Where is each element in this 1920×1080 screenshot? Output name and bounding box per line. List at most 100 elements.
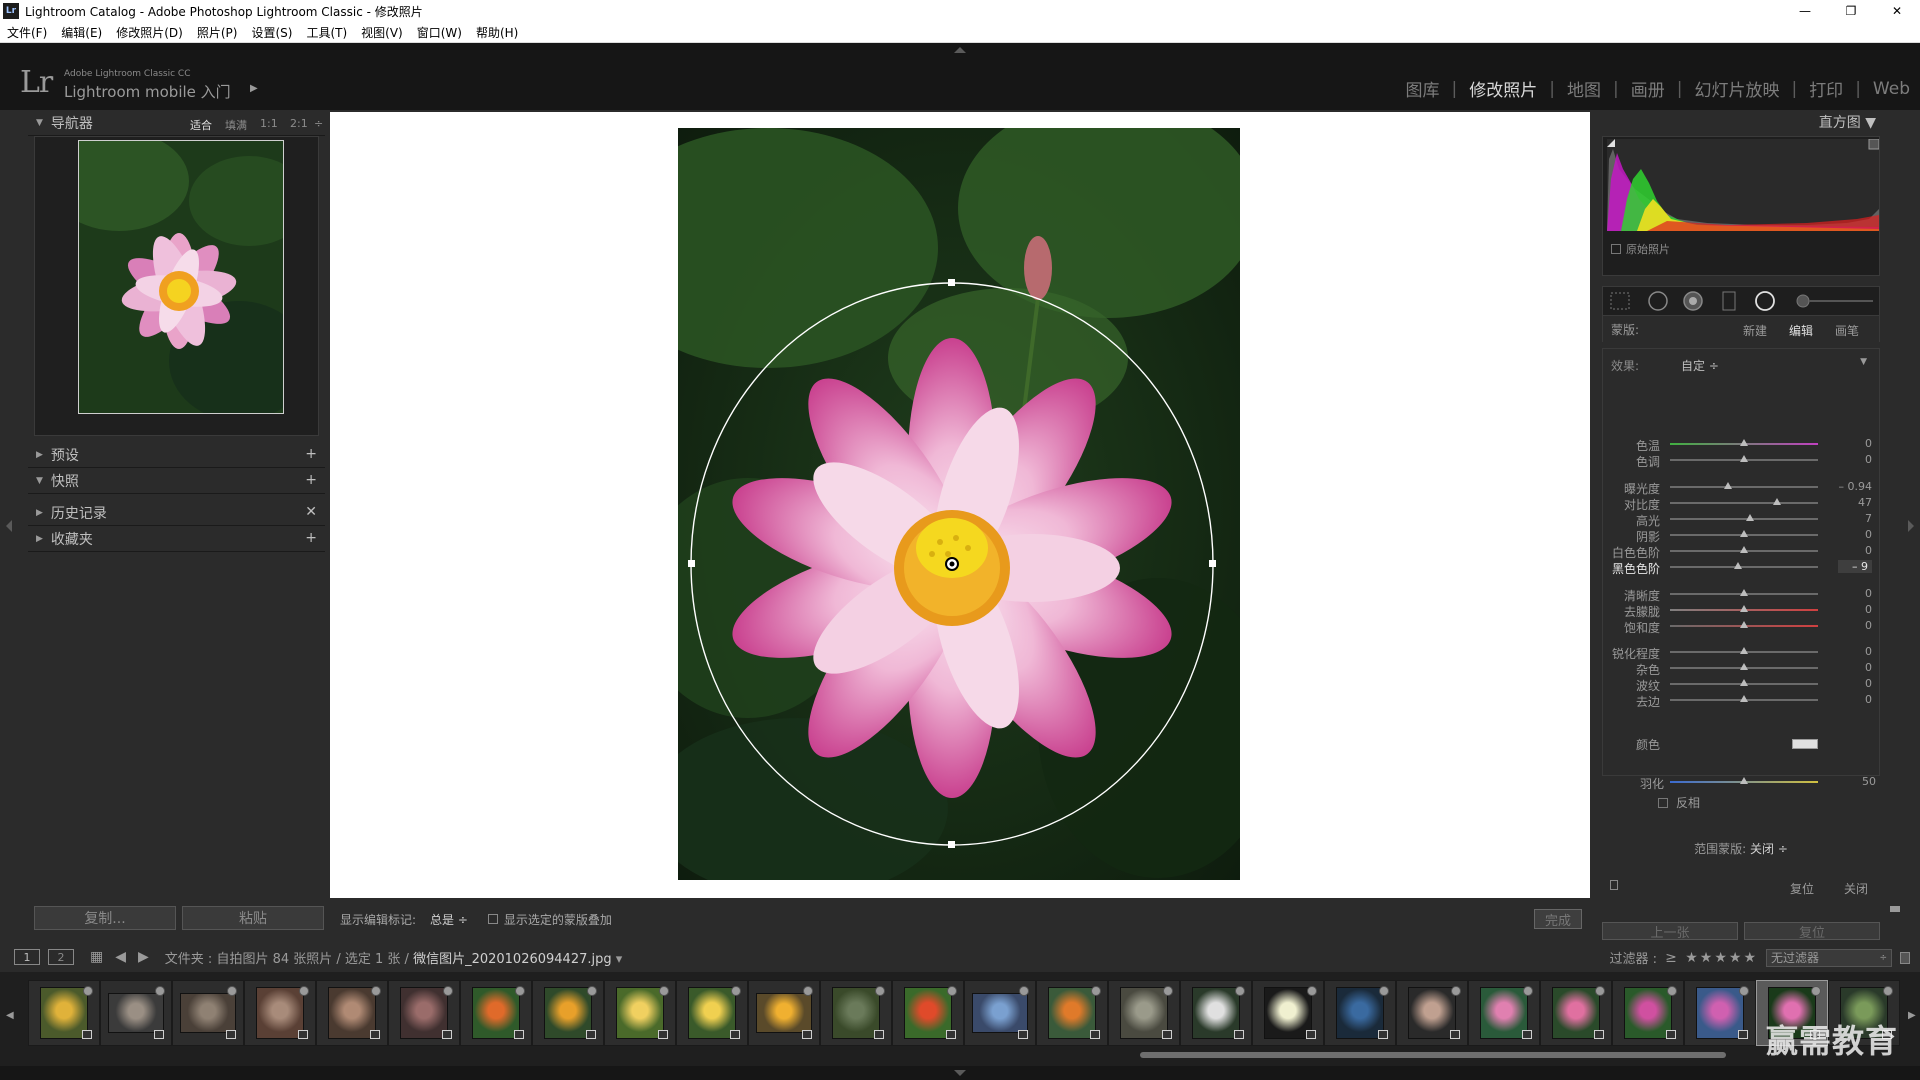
filmstrip-thumbnail[interactable]	[1108, 980, 1180, 1046]
filmstrip-thumbnail[interactable]	[964, 980, 1036, 1046]
slider-thumb[interactable]	[1740, 439, 1748, 446]
copy-button[interactable]: 复制...	[34, 906, 176, 930]
module-library[interactable]: 图库	[1406, 76, 1440, 101]
filmstrip-thumbnail[interactable]	[244, 980, 316, 1046]
slider-row[interactable]: 黑色色阶 – 9	[1596, 559, 1882, 576]
adjustment-badge-icon[interactable]	[1666, 1030, 1676, 1039]
module-web[interactable]: Web	[1873, 79, 1910, 99]
filmstrip-thumbnail[interactable]	[1612, 980, 1684, 1046]
filmstrip-thumbnail[interactable]	[1684, 980, 1756, 1046]
invert-checkbox[interactable]	[1658, 797, 1668, 808]
filmstrip-thumbnail[interactable]	[1180, 980, 1252, 1046]
menu-view[interactable]: 视图(V)	[354, 24, 410, 41]
adjustment-badge-icon[interactable]	[1378, 1030, 1388, 1039]
slider-row[interactable]: 清晰度 0	[1596, 586, 1882, 603]
collapse-right-panel-icon[interactable]	[1908, 520, 1914, 532]
adjustment-badge-icon[interactable]	[82, 1030, 92, 1039]
slider-value[interactable]: 0	[1865, 619, 1872, 632]
adjustment-badge-icon[interactable]	[730, 1030, 740, 1039]
slider-row[interactable]: 锐化程度 0	[1596, 644, 1882, 661]
mask-edit[interactable]: 编辑	[1789, 322, 1813, 339]
slider-value[interactable]: 0	[1865, 693, 1872, 706]
effect-preset-select[interactable]: 自定 ÷	[1681, 357, 1719, 374]
presets-header[interactable]: ▶ 预设 +	[28, 442, 325, 468]
menu-file[interactable]: 文件(F)	[0, 24, 54, 41]
zoom-1-1[interactable]: 1:1	[260, 117, 278, 130]
slider-thumb[interactable]	[1740, 621, 1748, 628]
filmstrip-thumbnail[interactable]	[1324, 980, 1396, 1046]
filmstrip-thumbnail[interactable]	[460, 980, 532, 1046]
menu-photo[interactable]: 照片(P)	[190, 24, 245, 41]
slider-thumb[interactable]	[1740, 647, 1748, 654]
add-snapshot-icon[interactable]: +	[305, 472, 317, 488]
adjustment-badge-icon[interactable]	[370, 1030, 380, 1039]
adjustment-badge-icon[interactable]	[802, 1030, 812, 1039]
feather-slider[interactable]: 羽化 50	[1596, 774, 1886, 791]
filmstrip-scrollbar[interactable]	[1140, 1052, 1726, 1058]
filmstrip-thumbnail[interactable]	[100, 980, 172, 1046]
adjustment-badge-icon[interactable]	[1594, 1030, 1604, 1039]
slider-value[interactable]: – 9	[1838, 560, 1872, 573]
slider-row[interactable]: 去朦胧 0	[1596, 602, 1882, 619]
collapse-bottom-panel-icon[interactable]	[954, 1070, 966, 1076]
adjustment-badge-icon[interactable]	[1162, 1030, 1172, 1039]
red-eye-icon[interactable]	[1683, 291, 1703, 311]
snapshots-header[interactable]: ▼ 快照 +	[28, 468, 325, 494]
slider-thumb[interactable]	[1740, 663, 1748, 670]
paste-button[interactable]: 粘贴	[182, 906, 324, 930]
filmstrip-thumbnail[interactable]	[1396, 980, 1468, 1046]
slider-value[interactable]: 0	[1865, 661, 1872, 674]
slider-value[interactable]: 0	[1865, 603, 1872, 616]
filmstrip-thumbnail[interactable]	[532, 980, 604, 1046]
done-button[interactable]: 完成	[1534, 909, 1582, 929]
slider-value[interactable]: 0	[1865, 437, 1872, 450]
slider-row[interactable]: 色温 0	[1596, 436, 1882, 453]
slider-thumb[interactable]	[1745, 514, 1754, 521]
adjustment-badge-icon[interactable]	[298, 1030, 308, 1039]
adjustment-badge-icon[interactable]	[586, 1030, 596, 1039]
menu-help[interactable]: 帮助(H)	[469, 24, 525, 41]
image-canvas[interactable]	[330, 112, 1590, 898]
slider-thumb[interactable]	[1723, 482, 1732, 489]
right-panel-scrollbar[interactable]	[1890, 906, 1900, 912]
filmstrip-thumbnail[interactable]	[1036, 980, 1108, 1046]
spot-removal-icon[interactable]	[1648, 291, 1668, 311]
menu-window[interactable]: 窗口(W)	[410, 24, 469, 41]
zoom-fit[interactable]: 适合	[190, 117, 212, 133]
slider-row[interactable]: 去边 0	[1596, 692, 1882, 709]
slider-value[interactable]: 7	[1865, 512, 1872, 525]
slider-track[interactable]	[1670, 486, 1818, 488]
slider-value[interactable]: 0	[1865, 677, 1872, 690]
show-mask-overlay-checkbox[interactable]	[487, 914, 498, 924]
clear-history-icon[interactable]: ✕	[305, 504, 317, 520]
rating-filter-stars[interactable]: ≥ ★★★★★	[1665, 950, 1758, 966]
filter-lock-icon[interactable]	[1900, 951, 1910, 964]
crop-overlay-icon[interactable]	[1610, 292, 1630, 310]
zoom-2-1[interactable]: 2:1	[290, 117, 308, 130]
slider-thumb[interactable]	[1734, 562, 1743, 569]
slider-track[interactable]	[1670, 566, 1818, 568]
graduated-filter-icon[interactable]	[1722, 291, 1736, 311]
adjustment-badge-icon[interactable]	[874, 1030, 884, 1039]
adjustment-badge-icon[interactable]	[442, 1030, 452, 1039]
zoom-fill[interactable]: 填满	[225, 117, 247, 133]
original-photo-checkbox[interactable]	[1611, 244, 1621, 254]
radial-filter-icon[interactable]	[1755, 291, 1775, 311]
effect-collapse-icon[interactable]: ▼	[1860, 357, 1867, 367]
filmstrip-thumbnail[interactable]	[676, 980, 748, 1046]
module-book[interactable]: 画册	[1631, 76, 1665, 101]
collapse-left-panel-icon[interactable]	[6, 520, 12, 532]
slider-row[interactable]: 曝光度 – 0.94	[1596, 479, 1882, 496]
adjustment-badge-icon[interactable]	[514, 1030, 524, 1039]
filmstrip-scroll-right-icon[interactable]: ▶	[1908, 1010, 1916, 1021]
slider-thumb[interactable]	[1740, 546, 1748, 553]
slider-track[interactable]	[1670, 502, 1818, 504]
module-map[interactable]: 地图	[1567, 76, 1601, 101]
slider-row[interactable]: 高光 7	[1596, 511, 1882, 528]
slider-track[interactable]	[1670, 518, 1818, 520]
slider-row[interactable]: 阴影 0	[1596, 527, 1882, 544]
filmstrip-thumbnail[interactable]	[1540, 980, 1612, 1046]
slider-value[interactable]: 0	[1865, 544, 1872, 557]
histogram-header[interactable]: 直方图 ▼	[1596, 110, 1886, 134]
filmstrip-thumbnail[interactable]	[1468, 980, 1540, 1046]
